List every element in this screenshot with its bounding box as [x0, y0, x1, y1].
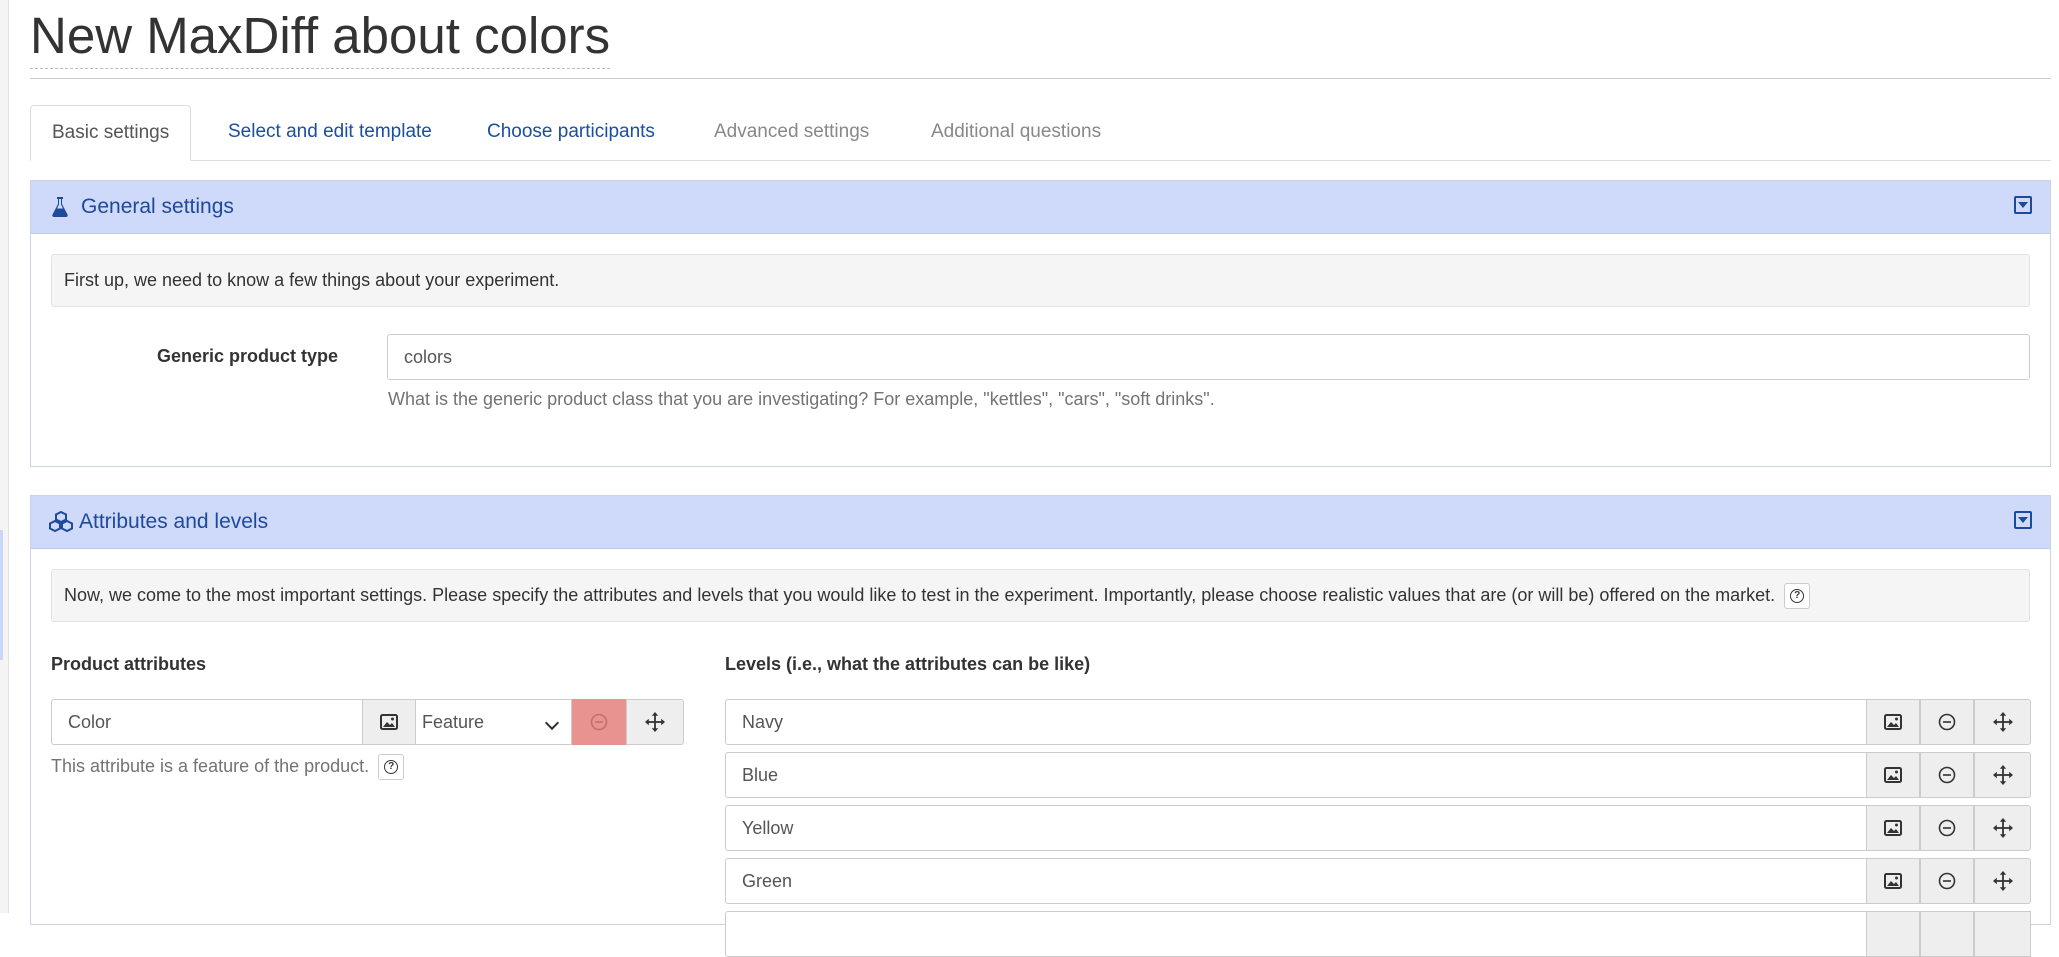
attributes-panel: Attributes and levels Now, we come to th… [30, 495, 2051, 957]
level-input[interactable] [725, 699, 1867, 745]
tab-additional-questions[interactable]: Additional questions [910, 105, 1122, 159]
tab-advanced-settings[interactable]: Advanced settings [693, 105, 890, 159]
product-attributes-header: Product attributes [51, 654, 207, 674]
level-row [725, 699, 2031, 745]
move-arrows-icon [1992, 871, 2013, 891]
attribute-type-value: Feature [422, 712, 485, 732]
chevron-down-icon [544, 715, 560, 731]
move-level-handle[interactable] [1974, 699, 2031, 745]
attributes-intro-text: Now, we come to the most important setti… [64, 585, 1776, 605]
general-intro-well: First up, we need to know a few things a… [51, 254, 2030, 307]
attributes-header[interactable]: Attributes and levels [31, 496, 2050, 549]
tab-bar: Basic settings Select and edit template … [30, 105, 2051, 161]
level-image-button[interactable] [1866, 699, 1920, 745]
level-image-button[interactable] [1866, 911, 1920, 957]
level-input[interactable] [725, 858, 1867, 904]
minus-circle-icon [1938, 819, 1956, 837]
remove-attribute-button[interactable] [572, 699, 626, 745]
tab-basic-settings[interactable]: Basic settings [30, 105, 192, 161]
level-input[interactable] [725, 752, 1867, 798]
general-settings-header[interactable]: General settings [31, 181, 2050, 234]
remove-level-button[interactable] [1920, 911, 1974, 957]
attributes-intro-well: Now, we come to the most important setti… [51, 569, 2030, 622]
image-icon [1884, 714, 1902, 730]
attribute-help-text: This attribute is a feature of the produ… [51, 755, 370, 776]
image-icon [1884, 767, 1902, 783]
remove-level-button[interactable] [1920, 805, 1974, 851]
move-arrows-icon [1992, 712, 2013, 732]
levels-header: Levels (i.e., what the attributes can be… [725, 654, 1091, 674]
remove-level-button[interactable] [1920, 699, 1974, 745]
attribute-help: This attribute is a feature of the produ… [51, 754, 405, 780]
minus-circle-icon [1938, 713, 1956, 731]
attribute-row: Feature [51, 699, 684, 745]
level-image-button[interactable] [1866, 858, 1920, 904]
collapse-toggle-icon[interactable] [2014, 196, 2032, 214]
remove-level-button[interactable] [1920, 752, 1974, 798]
level-row [725, 911, 2031, 957]
level-image-button[interactable] [1866, 805, 1920, 851]
move-level-handle[interactable] [1974, 752, 2031, 798]
product-type-help: What is the generic product class that y… [388, 389, 1215, 409]
page-title[interactable]: New MaxDiff about colors [30, 6, 611, 69]
general-settings-panel: General settings First up, we need to kn… [30, 180, 2051, 467]
level-input[interactable] [725, 911, 1867, 957]
minus-circle-icon [590, 713, 608, 731]
minus-circle-icon [1938, 766, 1956, 784]
product-type-input[interactable] [387, 334, 2030, 380]
move-arrows-icon [645, 712, 665, 732]
move-level-handle[interactable] [1974, 858, 2031, 904]
general-intro-text: First up, we need to know a few things a… [64, 270, 560, 290]
product-type-label: Generic product type [157, 346, 339, 366]
attribute-name-input[interactable] [51, 699, 363, 745]
tab-choose-participants[interactable]: Choose participants [466, 105, 676, 159]
question-circle-icon[interactable]: ? [378, 754, 405, 780]
title-area: New MaxDiff about colors [30, 0, 2051, 79]
image-icon [1884, 820, 1902, 836]
move-arrows-icon [1992, 818, 2013, 838]
general-settings-title: General settings [81, 195, 234, 218]
page: New MaxDiff about colors Basic settings … [30, 0, 2051, 957]
level-image-button[interactable] [1866, 752, 1920, 798]
minus-circle-icon [1938, 872, 1956, 890]
remove-level-button[interactable] [1920, 858, 1974, 904]
move-level-handle[interactable] [1974, 805, 2031, 851]
attribute-image-button[interactable] [362, 699, 416, 745]
level-row [725, 752, 2031, 798]
image-icon [380, 714, 398, 730]
collapse-toggle-icon[interactable] [2014, 511, 2032, 529]
sidebar-accent [0, 530, 3, 660]
level-row [725, 858, 2031, 904]
move-attribute-handle[interactable] [626, 699, 684, 745]
move-level-handle[interactable] [1974, 911, 2031, 957]
image-icon [1884, 873, 1902, 889]
level-row [725, 805, 2031, 851]
cubes-icon [49, 510, 73, 533]
left-sidebar-strip [0, 0, 9, 913]
level-input[interactable] [725, 805, 1867, 851]
attribute-type-select[interactable]: Feature [415, 699, 572, 745]
tab-select-edit-template[interactable]: Select and edit template [207, 105, 453, 159]
question-circle-icon[interactable]: ? [1784, 583, 1811, 610]
attributes-title: Attributes and levels [79, 510, 269, 533]
move-arrows-icon [1992, 765, 2013, 785]
flask-icon [52, 197, 68, 217]
